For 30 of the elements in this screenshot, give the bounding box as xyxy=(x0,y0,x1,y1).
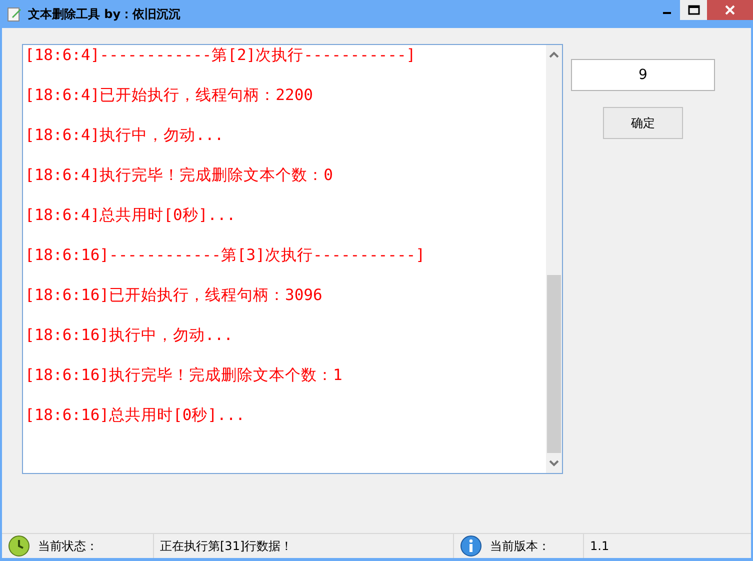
scroll-down-icon[interactable] xyxy=(549,459,559,467)
version-text: 1.1 xyxy=(590,539,610,553)
log-textarea[interactable] xyxy=(22,44,563,474)
confirm-button[interactable]: 确定 xyxy=(603,107,683,139)
log-line: [18:6:16]总共用时[0秒]... xyxy=(25,405,246,426)
status-text: 正在执行第[31]行数据！ xyxy=(160,538,293,554)
minimize-icon xyxy=(662,12,670,14)
count-field[interactable]: 9 xyxy=(571,59,715,91)
log-line: [18:6:4]已开始执行，线程句柄：2200 xyxy=(25,85,314,106)
log-line: [18:6:4]执行中，勿动... xyxy=(25,125,225,146)
close-icon xyxy=(724,4,736,16)
status-label: 当前状态： xyxy=(38,538,98,554)
log-line: [18:6:4]执行完毕！完成删除文本个数：0 xyxy=(25,165,334,186)
log-line: [18:6:16]执行中，勿动... xyxy=(25,325,234,346)
log-line: [18:6:16]已开始执行，线程句柄：3096 xyxy=(25,285,324,306)
info-icon xyxy=(460,535,482,557)
log-line: [18:6:16]执行完毕！完成删除文本个数：1 xyxy=(25,365,344,386)
notepad-icon xyxy=(6,6,22,22)
clock-icon xyxy=(8,535,30,557)
version-label: 当前版本： xyxy=(490,538,550,554)
log-line: [18:6:4]------------第[2]次执行-----------] xyxy=(25,45,417,66)
maximize-icon xyxy=(688,5,700,15)
close-button[interactable] xyxy=(707,0,753,20)
scroll-thumb[interactable] xyxy=(547,275,561,453)
scroll-up-icon[interactable] xyxy=(549,51,559,59)
log-line: [18:6:4]总共用时[0秒]... xyxy=(25,205,237,226)
log-line: [18:6:16]------------第[3]次执行-----------] xyxy=(25,245,426,266)
window-title: 文本删除工具 by：依旧沉沉 xyxy=(28,6,182,22)
maximize-button[interactable] xyxy=(680,0,707,20)
scrollbar[interactable] xyxy=(546,45,562,473)
